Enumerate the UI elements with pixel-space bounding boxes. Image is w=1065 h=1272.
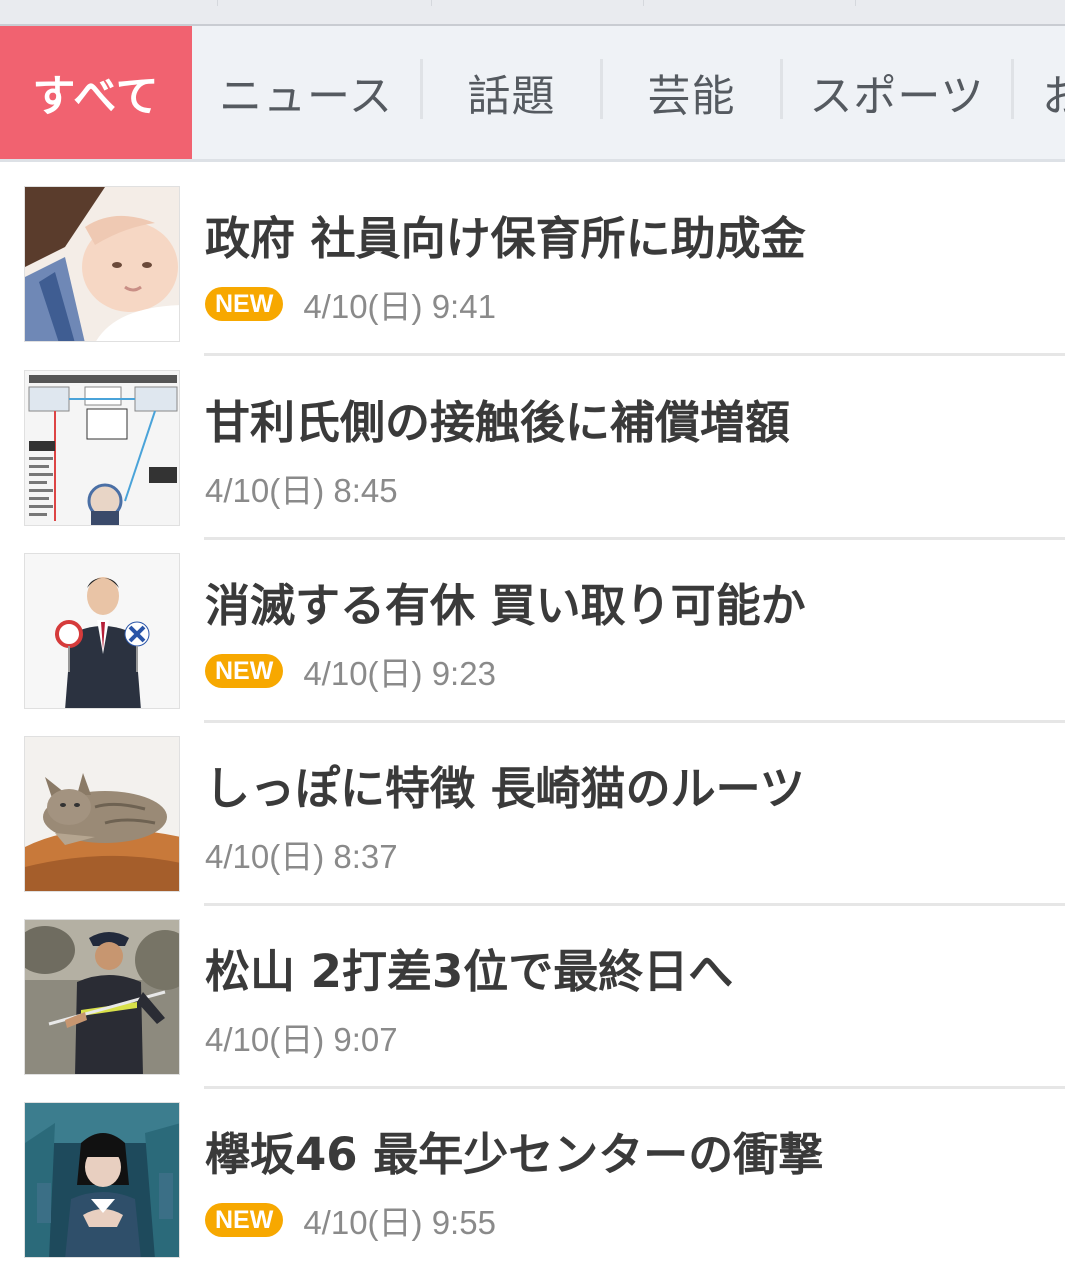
news-meta: 4/10(日) 8:37 — [205, 830, 398, 878]
news-meta: 4/10(日) 9:07 — [205, 1013, 398, 1061]
news-item[interactable]: 政府 社員向け保育所に助成金 NEW 4/10(日) 9:41 — [0, 162, 1065, 356]
thumbnail-image — [24, 736, 180, 892]
news-title[interactable]: しっぽに特徴 長崎猫のルーツ — [205, 752, 805, 817]
thumbnail-image — [24, 370, 180, 526]
parent-baby-image — [25, 187, 179, 341]
strip-segment — [0, 0, 218, 6]
thumbnail-image — [24, 186, 180, 342]
news-time: 4/10(日) 8:37 — [205, 838, 398, 875]
new-badge: NEW — [205, 287, 284, 321]
news-time: 4/10(日) 8:45 — [205, 472, 398, 509]
news-meta: NEW 4/10(日) 9:55 — [205, 1196, 496, 1244]
news-time: 4/10(日) 9:55 — [303, 1204, 496, 1241]
strip-segment — [432, 0, 644, 6]
thumbnail-image — [24, 553, 180, 709]
thumbnail-image — [24, 1102, 180, 1258]
news-item[interactable]: 松山 2打差3位で最終日へ 4/10(日) 9:07 — [0, 895, 1065, 1089]
news-item[interactable]: しっぽに特徴 長崎猫のルーツ 4/10(日) 8:37 — [0, 712, 1065, 906]
tab-news[interactable]: ニュース — [192, 26, 420, 159]
news-time: 4/10(日) 9:41 — [303, 288, 496, 325]
news-title[interactable]: 消滅する有休 買い取り可能か — [205, 569, 806, 634]
browser-top-strip — [0, 0, 1065, 26]
tab-more[interactable]: お — [1014, 26, 1065, 159]
news-meta: 4/10(日) 8:45 — [205, 464, 398, 512]
new-badge: NEW — [205, 654, 284, 688]
tab-entertainment[interactable]: 芸能 — [603, 26, 780, 159]
news-title[interactable]: 欅坂46 最年少センターの衝撃 — [205, 1118, 823, 1183]
news-time: 4/10(日) 9:07 — [205, 1021, 398, 1058]
news-item[interactable]: 甘利氏側の接触後に補償増額 4/10(日) 8:45 — [0, 346, 1065, 540]
news-title[interactable]: 甘利氏側の接触後に補償増額 — [205, 386, 790, 451]
diagram-image — [25, 371, 179, 525]
news-meta: NEW 4/10(日) 9:23 — [205, 647, 496, 695]
strip-segment — [218, 0, 432, 6]
thumbnail-image — [24, 919, 180, 1075]
news-item[interactable]: 消滅する有休 買い取り可能か NEW 4/10(日) 9:23 — [0, 529, 1065, 723]
businessman-image — [25, 554, 179, 708]
news-item[interactable]: 欅坂46 最年少センターの衝撃 NEW 4/10(日) 9:55 — [0, 1078, 1065, 1262]
news-title[interactable]: 松山 2打差3位で最終日へ — [205, 935, 733, 1000]
tab-topics[interactable]: 話題 — [423, 26, 600, 159]
news-title[interactable]: 政府 社員向け保育所に助成金 — [205, 202, 806, 267]
category-tab-bar: すべて ニュース 話題 芸能 スポーツ お — [0, 26, 1065, 162]
new-badge: NEW — [205, 1203, 284, 1237]
news-time: 4/10(日) 9:23 — [303, 655, 496, 692]
performer-image — [25, 1103, 179, 1257]
tab-all[interactable]: すべて — [0, 26, 192, 159]
tab-sports[interactable]: スポーツ — [783, 26, 1011, 159]
cat-image — [25, 737, 179, 891]
golfer-image — [25, 920, 179, 1074]
strip-segment — [644, 0, 856, 6]
news-meta: NEW 4/10(日) 9:41 — [205, 280, 496, 328]
